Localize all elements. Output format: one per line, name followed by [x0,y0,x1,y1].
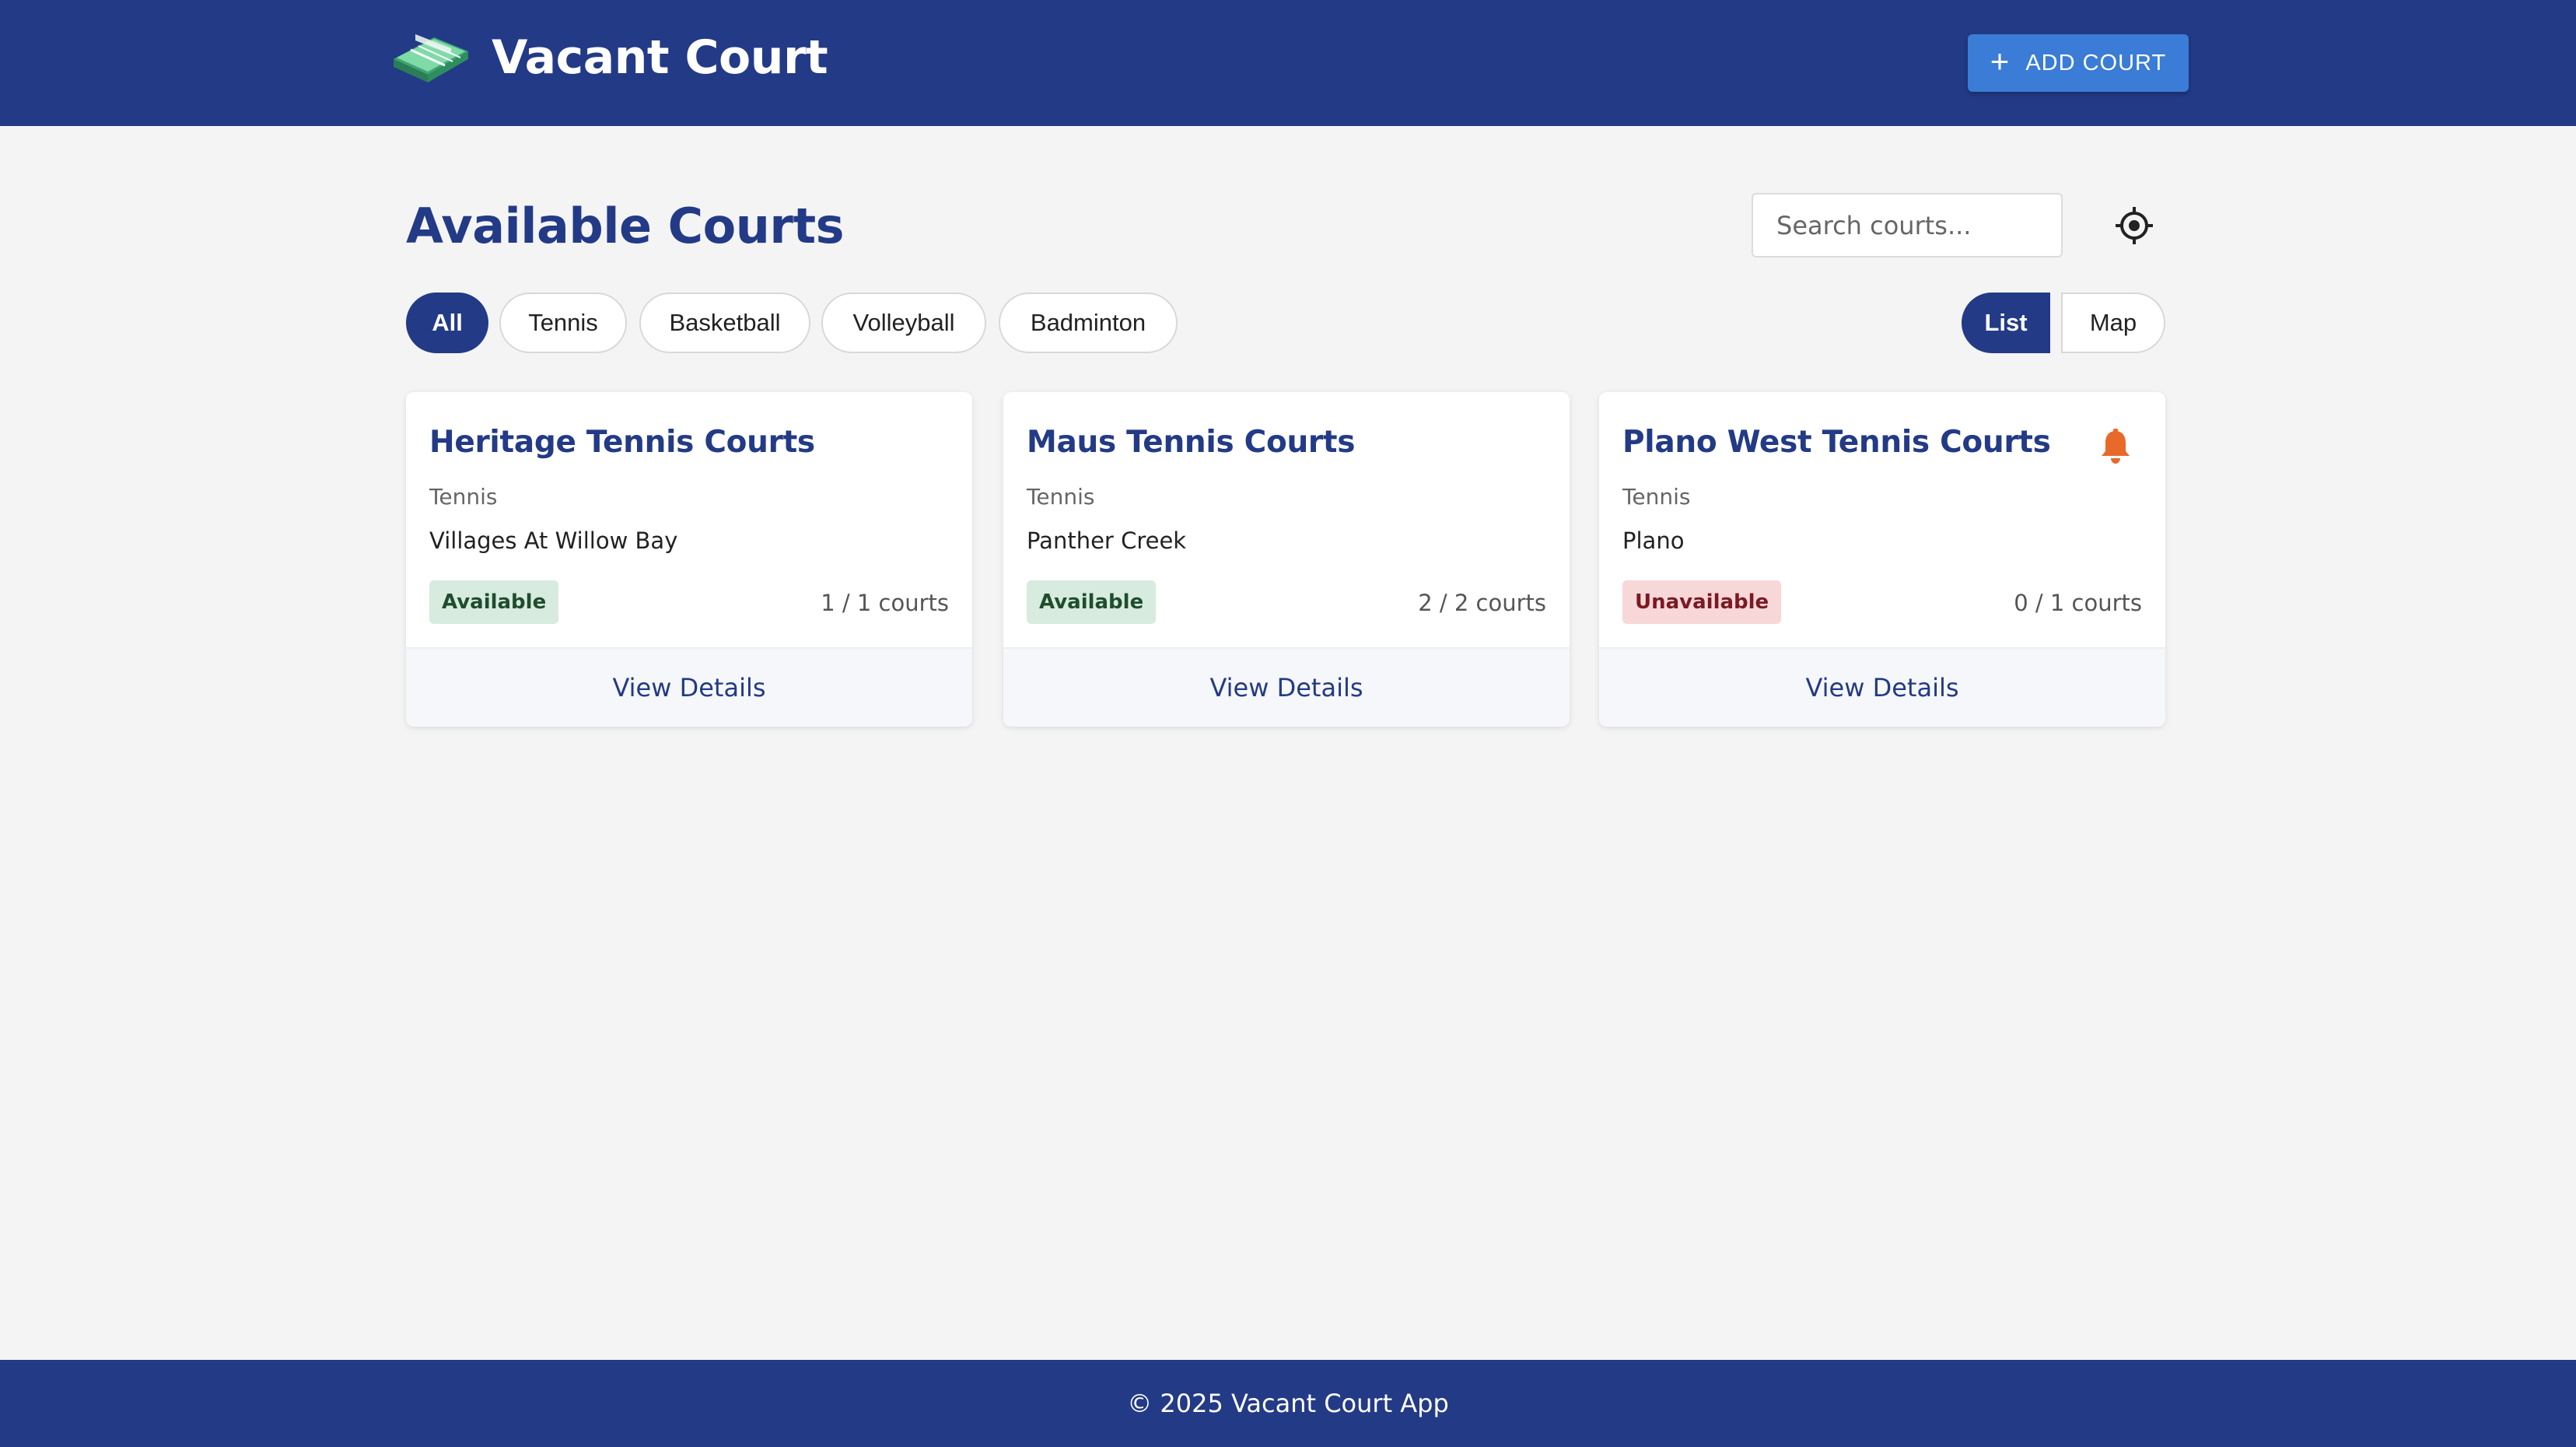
court-count: 0 / 1 courts [2014,590,2142,616]
copyright-text: © 2025 Vacant Court App [1127,1389,1449,1418]
court-location: Villages At Willow Bay [429,527,678,554]
app-header: Vacant Court + ADD COURT [0,0,2576,126]
court-card: Plano West Tennis Courts Tennis Plano Un… [1599,392,2165,727]
add-court-label: ADD COURT [2025,50,2167,75]
view-details-button[interactable]: View Details [406,647,972,727]
status-badge: Available [1027,580,1157,624]
page-title: Available Courts [406,198,845,254]
court-location: Panther Creek [1027,527,1187,554]
view-details-button[interactable]: View Details [1599,647,2165,727]
bell-icon[interactable] [2098,428,2133,465]
court-sport: Tennis [1622,484,1691,510]
app-footer: © 2025 Vacant Court App [0,1360,2576,1447]
filter-chip-volleyball[interactable]: Volleyball [821,293,986,353]
court-sport: Tennis [429,484,498,510]
court-location: Plano [1622,527,1685,554]
filter-chip-basketball[interactable]: Basketball [639,293,810,353]
court-card: Maus Tennis Courts Tennis Panther Creek … [1003,392,1570,727]
plus-icon: + [1990,43,2011,79]
court-count: 1 / 1 courts [821,590,949,616]
search-input[interactable] [1752,193,2063,258]
list-view-toggle[interactable]: List [1962,293,2050,353]
court-card: Heritage Tennis Courts Tennis Villages A… [406,392,972,727]
court-name[interactable]: Heritage Tennis Courts [429,415,815,470]
tennis-court-icon[interactable] [387,28,473,84]
filter-chip-badminton[interactable]: Badminton [999,293,1178,353]
map-view-toggle[interactable]: Map [2061,293,2165,353]
court-name[interactable]: Plano West Tennis Courts [1622,415,2051,470]
app-title[interactable]: Vacant Court [492,26,828,89]
court-sport: Tennis [1027,484,1095,510]
view-details-button[interactable]: View Details [1003,647,1570,727]
add-court-button[interactable]: + ADD COURT [1968,34,2189,92]
court-name[interactable]: Maus Tennis Courts [1027,415,1355,470]
court-count: 2 / 2 courts [1418,590,1546,616]
status-badge: Unavailable [1622,580,1782,624]
status-badge: Available [429,580,559,624]
crosshair-icon[interactable] [2112,204,2156,247]
filter-chip-all[interactable]: All [406,293,488,353]
filter-chip-tennis[interactable]: Tennis [499,293,627,353]
